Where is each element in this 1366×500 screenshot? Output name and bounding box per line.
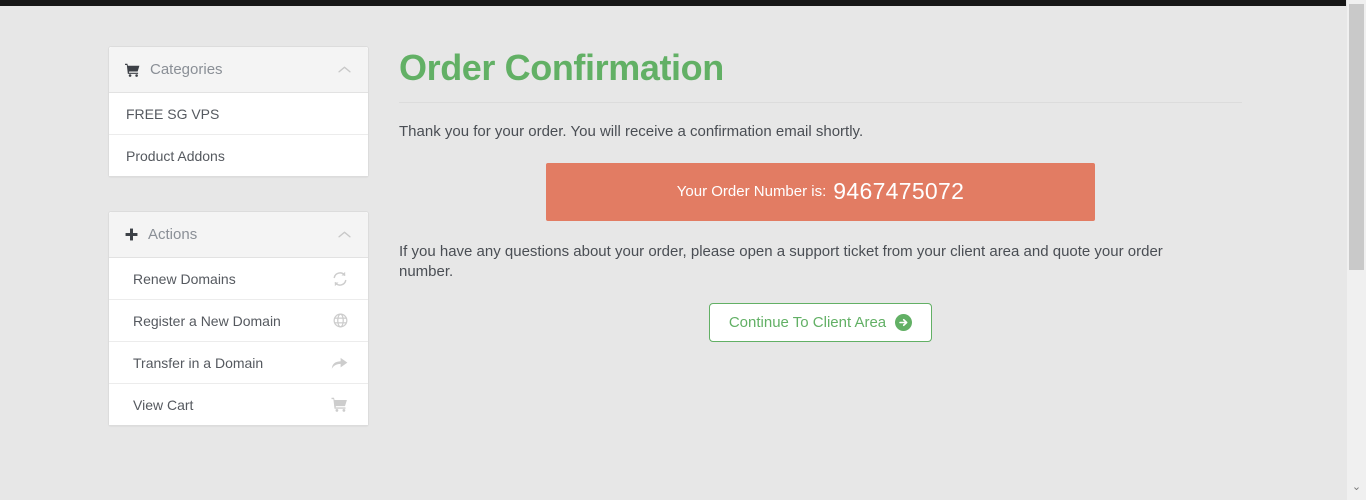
sidebar: Categories FREE SG VPS Product Addons Ac… [108, 46, 369, 460]
share-arrow-icon [331, 355, 348, 370]
chevron-up-icon[interactable] [337, 230, 352, 239]
scrollbar-thumb[interactable] [1349, 4, 1364, 270]
main-content: Order Confirmation Thank you for your or… [399, 46, 1242, 343]
categories-panel: Categories FREE SG VPS Product Addons [108, 46, 369, 177]
sidebar-item-label: Renew Domains [133, 270, 236, 287]
scroll-down-icon[interactable]: ⌄ [1347, 478, 1366, 496]
sidebar-item-label: Product Addons [126, 147, 225, 164]
continue-button-label: Continue To Client Area [728, 314, 887, 332]
chevron-up-icon[interactable] [337, 65, 352, 74]
intro-text: Thank you for your order. You will recei… [399, 123, 864, 141]
refresh-icon [332, 271, 348, 287]
actions-panel-header[interactable]: Actions [109, 212, 368, 258]
sidebar-item-label: View Cart [133, 396, 194, 413]
categories-panel-header[interactable]: Categories [109, 47, 368, 93]
continue-to-client-area-button[interactable]: Continue To Client Area [708, 303, 933, 343]
sidebar-item-label: Register a New Domain [133, 312, 281, 329]
order-number-value: 9467475072 [833, 178, 965, 205]
shopping-cart-icon [331, 397, 348, 412]
actions-panel: Actions Renew Domains Register a New Dom… [108, 211, 369, 426]
sidebar-item-view-cart[interactable]: View Cart [109, 384, 368, 425]
actions-panel-title: Actions [148, 226, 198, 243]
sidebar-item-free-sg-vps[interactable]: FREE SG VPS [109, 93, 368, 135]
order-number-label: Your Order Number is: [676, 183, 827, 201]
continue-button-wrapper: Continue To Client Area [399, 303, 1242, 343]
page-scrollbar[interactable]: ⌄ [1346, 0, 1366, 500]
page-body: Categories FREE SG VPS Product Addons Ac… [0, 6, 1347, 500]
page-title: Order Confirmation [399, 46, 1242, 104]
sidebar-item-product-addons[interactable]: Product Addons [109, 135, 368, 176]
globe-icon [333, 313, 348, 328]
sidebar-item-register-new-domain[interactable]: Register a New Domain [109, 300, 368, 342]
plus-icon [125, 228, 138, 241]
sidebar-item-label: Transfer in a Domain [133, 354, 264, 371]
order-number-banner: Your Order Number is: 9467475072 [546, 162, 1095, 221]
sidebar-item-transfer-in-domain[interactable]: Transfer in a Domain [109, 342, 368, 384]
sidebar-item-renew-domains[interactable]: Renew Domains [109, 258, 368, 300]
support-text: If you have any questions about your ord… [399, 242, 1163, 281]
categories-panel-title: Categories [150, 61, 223, 78]
sidebar-item-label: FREE SG VPS [126, 105, 220, 122]
arrow-right-circle-icon [895, 314, 913, 332]
shopping-cart-icon [125, 63, 140, 77]
